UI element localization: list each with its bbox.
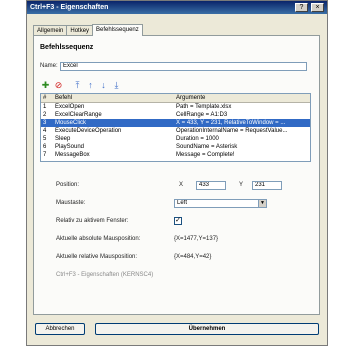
add-icon[interactable]: ✚ [40,80,51,91]
toolbar-separator [66,80,70,91]
abs-pos-label: Aktuelle absolute Mausposition: [56,236,141,242]
row-arguments: Message = Complete! [176,152,235,158]
close-button[interactable]: × [311,3,324,12]
row-arguments: CellRange = A1:D3 [176,112,228,118]
row-arguments: SoundName = Asterisk [176,144,238,150]
title-bar[interactable]: Ctrl+F3 - Eigenschaften [27,1,327,14]
position-label: Position: [56,182,80,188]
y-input[interactable]: 231 [252,181,282,190]
row-num: 3 [43,120,47,126]
row-command: ExcelClearRange [55,112,102,118]
header-arguments[interactable]: Argumente [176,94,310,103]
y-label: Y [239,182,244,188]
name-label: Name: [40,63,58,69]
move-down-icon[interactable]: ↓ [98,80,109,91]
footer-note: Ctrl+F3 - Eigenschaften (KERNSC4) [56,272,154,278]
abs-pos-value: {X=1477,Y=137} [174,236,219,242]
row-command: MouseClick [55,120,87,126]
relative-checkbox[interactable]: ✓ [174,217,182,225]
move-bottom-icon[interactable]: ⤓ [111,80,122,91]
table-row[interactable]: 5 Sleep Duration = 1000 [41,135,310,143]
row-command: ExcelOpen [55,104,85,110]
table-row[interactable]: 6 PlaySound SoundName = Asterisk [41,143,310,151]
mouse-button-select[interactable]: Left ▼ [174,199,267,208]
header-num[interactable]: # [43,94,53,103]
row-command: PlaySound [55,144,85,150]
mouse-button-value: Left [177,200,188,206]
apply-button[interactable]: Übernehmen [95,323,319,335]
grid-header: # Befehl Argumente [41,94,310,103]
x-label: X [179,182,184,188]
table-row[interactable]: 7 MessageBox Message = Complete! [41,151,310,159]
name-input[interactable]: Excel [60,62,307,71]
relative-label: Relativ zu aktivem Fenster: [56,218,129,224]
table-row-selected[interactable]: 3 MouseClick X = 433, Y = 231, RelativeT… [41,119,310,127]
row-arguments: X = 433, Y = 231, RelativeToWindow = ... [176,120,286,126]
row-num: 6 [43,144,47,150]
rel-pos-value: {X=484,Y=42} [174,254,212,260]
window-title: Ctrl+F3 - Eigenschaften [30,4,109,11]
row-arguments: OperationInternalName = RequestValue... [176,128,288,134]
move-up-icon[interactable]: ↑ [85,80,96,91]
row-num: 7 [43,152,47,158]
table-row[interactable]: 4 ExecuteDeviceOperation OperationIntern… [41,127,310,135]
row-num: 5 [43,136,47,142]
tab-befehlssequenz[interactable]: Befehlssequenz [92,24,143,36]
cancel-button[interactable]: Abbrechen [35,323,85,335]
row-num: 1 [43,104,47,110]
properties-window: Ctrl+F3 - Eigenschaften ? × Allgemein Ho… [26,0,328,346]
command-grid[interactable]: # Befehl Argumente 1 ExcelOpen Path = Te… [40,93,311,162]
header-command[interactable]: Befehl [55,94,175,103]
tab-panel: Befehlssequenz Name: Excel ✚ ⊘ ⤒ ↑ ↓ ⤓ #… [33,35,320,315]
mouse-button-label: Maustaste: [56,200,86,206]
chevron-down-icon[interactable]: ▼ [258,200,266,207]
remove-icon[interactable]: ⊘ [53,80,64,91]
row-command: Sleep [55,136,71,142]
row-num: 2 [43,112,47,118]
row-command: ExecuteDeviceOperation [55,128,122,134]
help-button[interactable]: ? [295,3,308,12]
section-title: Befehlssequenz [40,44,94,51]
row-arguments: Path = Template.xlsx [176,104,232,110]
table-row[interactable]: 1 ExcelOpen Path = Template.xlsx [41,103,310,111]
rel-pos-label: Aktuelle relative Mausposition: [56,254,138,260]
sequence-toolbar: ✚ ⊘ ⤒ ↑ ↓ ⤓ [40,78,122,92]
x-input[interactable]: 433 [196,181,226,190]
row-command: MessageBox [55,152,90,158]
table-row[interactable]: 2 ExcelClearRange CellRange = A1:D3 [41,111,310,119]
move-top-icon[interactable]: ⤒ [72,80,83,91]
row-arguments: Duration = 1000 [176,136,219,142]
row-num: 4 [43,128,47,134]
